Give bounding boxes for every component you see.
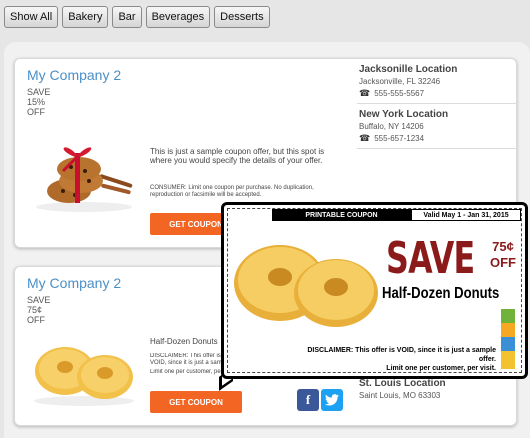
location-address: Buffalo, NY 14206 [359, 122, 424, 131]
coupon-header-bar: PRINTABLE COUPON Valid May 1 - Jan 31, 2… [228, 209, 521, 221]
coupon-disclaimer: DISCLAIMER: This offer is VOID, since it… [307, 347, 496, 363]
valid-dates: Valid May 1 - Jan 31, 2015 [411, 209, 521, 221]
coupon-donuts-image [234, 245, 378, 327]
location-name: St. Louis Location [359, 378, 446, 389]
coupon-fine-print: DISCLAIMER: This offer is VOID, since it… [150, 353, 230, 366]
location-item[interactable]: New York Location Buffalo, NY 14206 ☎ 55… [357, 104, 517, 149]
coupon-fine-print: CONSUMER: Limit one coupon per purchase.… [150, 185, 314, 198]
company-name: My Company 2 [27, 275, 122, 291]
location-phone-row: ☎ 555-657-1234 [359, 133, 517, 144]
location-address: Saint Louis, MO 63303 [359, 391, 441, 400]
filter-bar-button[interactable]: Bar [112, 6, 142, 28]
filter-beverages-button[interactable]: Beverages [145, 6, 211, 28]
location-item[interactable]: Jacksonille Location Jacksonville, FL 32… [357, 59, 517, 104]
vertical-logo [501, 309, 515, 369]
location-phone: 555-657-1234 [374, 134, 425, 143]
facebook-icon[interactable]: f [297, 389, 319, 411]
coupon-description: Half-Dozen Donuts [150, 337, 218, 346]
social-links: f [297, 389, 343, 411]
filter-bakery-button[interactable]: Bakery [62, 6, 109, 28]
save-amount: 15% [27, 97, 46, 107]
coupon-off: OFF [490, 255, 516, 270]
location-phone: 555-555-5567 [374, 89, 425, 98]
location-address: Jacksonville, FL 32246 [359, 77, 441, 86]
coupon-item-title: Half-Dozen Donuts [382, 285, 500, 302]
coupon-limit-text: Limit one per customer, per visit. [150, 369, 223, 375]
coupon-description: This is just a sample coupon offer, but … [150, 147, 325, 165]
coupon-price-block: 75¢ OFF [490, 239, 516, 271]
company-name: My Company 2 [27, 67, 122, 83]
save-unit: OFF [27, 107, 45, 117]
location-list: Jacksonille Location Jacksonville, FL 32… [357, 59, 517, 149]
phone-icon: ☎ [359, 88, 371, 98]
get-coupon-button[interactable]: GET COUPON [150, 391, 242, 413]
cookies-image [36, 147, 133, 212]
coupon-price: 75¢ [492, 239, 514, 254]
twitter-icon[interactable] [321, 389, 343, 411]
coupon-save-headline: SAVE [386, 233, 475, 284]
coupon-disclaimer-block: DISCLAIMER: This offer is VOID, since it… [296, 346, 496, 373]
category-filter-bar: Show All Bakery Bar Beverages Desserts [4, 6, 270, 28]
coupon-header-spacer [228, 209, 272, 221]
phone-icon: ☎ [359, 133, 371, 143]
filter-desserts-button[interactable]: Desserts [214, 6, 270, 28]
save-label: SAVE [27, 295, 51, 305]
printable-coupon-label: PRINTABLE COUPON [272, 209, 411, 221]
location-name: New York Location [359, 109, 449, 120]
location-name: Jacksonille Location [359, 64, 458, 75]
save-label: SAVE [27, 87, 51, 97]
donuts-image [34, 347, 134, 406]
location-phone-row: ☎ 555-555-5567 [359, 88, 517, 99]
save-amount: 75¢ [27, 305, 43, 315]
printable-coupon: PRINTABLE COUPON Valid May 1 - Jan 31, 2… [227, 208, 522, 373]
save-unit: OFF [27, 315, 45, 325]
filter-show-all-button[interactable]: Show All [4, 6, 59, 28]
coupon-preview-popup: PRINTABLE COUPON Valid May 1 - Jan 31, 2… [221, 202, 528, 379]
coupon-limit: Limit one per customer, per visit. [386, 365, 496, 372]
